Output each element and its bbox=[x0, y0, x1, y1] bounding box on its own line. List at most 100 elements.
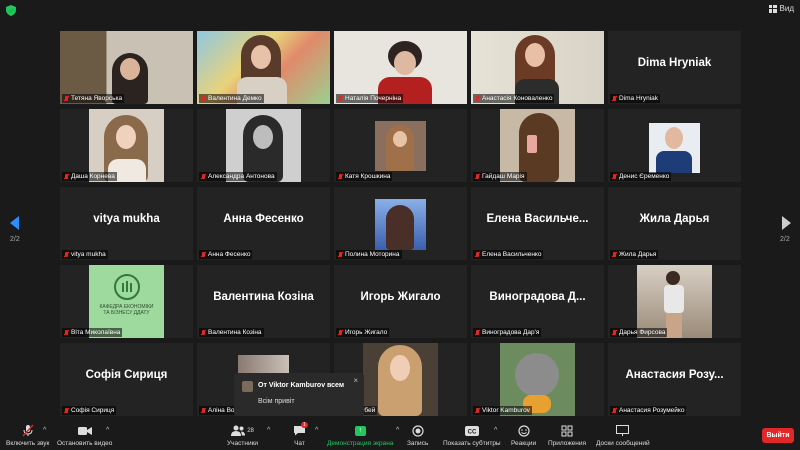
video-tile[interactable]: Елена Васильче... Елена Васильченко bbox=[471, 187, 604, 260]
participant-display-name: Елена Васильче... bbox=[486, 213, 589, 225]
muted-mic-icon bbox=[612, 329, 617, 336]
share-screen-icon: ↑ bbox=[354, 424, 366, 437]
participant-name: Полина Моторина bbox=[336, 250, 402, 259]
muted-mic-icon bbox=[475, 329, 480, 336]
whiteboards-button[interactable]: Доски сообщений bbox=[596, 424, 650, 447]
video-tile[interactable]: Виноградова Д... Виноградова Дар'я bbox=[471, 265, 604, 338]
share-screen-button[interactable]: ↑ Демонстрация экрана bbox=[327, 424, 393, 447]
apps-button[interactable]: Приложения bbox=[548, 424, 586, 447]
muted-mic-icon bbox=[201, 407, 206, 414]
video-tile[interactable]: Viktor Kamburov bbox=[471, 343, 604, 416]
video-options-caret[interactable]: ^ bbox=[106, 427, 109, 434]
participant-display-name: Игорь Жигало bbox=[360, 291, 441, 303]
chat-notification-popup[interactable]: От Viktor Kamburov всем Всім привіт × bbox=[234, 373, 364, 416]
video-tile[interactable]: Валентина Козіна Валентина Козіна bbox=[197, 265, 330, 338]
video-tile[interactable]: Даша Корнева bbox=[60, 109, 193, 182]
video-tile[interactable]: Денис Єременко bbox=[608, 109, 741, 182]
participants-count: 28 bbox=[247, 427, 254, 434]
participant-display-name: Анастасия Розу... bbox=[625, 369, 724, 381]
muted-mic-icon bbox=[201, 173, 206, 180]
muted-mic-icon bbox=[612, 407, 617, 414]
video-tile[interactable]: Полина Моторина bbox=[334, 187, 467, 260]
muted-mic-icon bbox=[475, 95, 480, 102]
video-tile[interactable]: Катя Крошкина bbox=[334, 109, 467, 182]
next-page-arrow[interactable] bbox=[782, 216, 791, 230]
muted-mic-icon bbox=[612, 173, 617, 180]
reactions-button[interactable]: Реакции bbox=[511, 424, 536, 447]
muted-mic-icon bbox=[338, 173, 343, 180]
video-tile[interactable]: Dima Hryniak Dima Hryniak bbox=[608, 31, 741, 104]
video-tile[interactable]: Дарья Фирсова bbox=[608, 265, 741, 338]
audio-options-caret[interactable]: ^ bbox=[43, 427, 46, 434]
record-button[interactable]: Запись bbox=[407, 424, 428, 447]
muted-mic-icon bbox=[338, 95, 343, 102]
muted-mic-icon bbox=[475, 407, 480, 414]
video-tile[interactable]: Анастасия Розу... Анастасия Розумейко bbox=[608, 343, 741, 416]
participants-button[interactable]: 28 Участники bbox=[227, 424, 258, 447]
video-tile[interactable]: Игорь Жигало Игорь Жигало bbox=[334, 265, 467, 338]
participant-name: Гайдаш Марія bbox=[473, 172, 527, 181]
video-tile[interactable]: Софія Сириця Софія Сириця bbox=[60, 343, 193, 416]
video-tile[interactable]: Анна Фесенко Анна Фесенко bbox=[197, 187, 330, 260]
muted-mic-icon bbox=[64, 407, 69, 414]
muted-mic-icon bbox=[64, 95, 69, 102]
meeting-toolbar: Включить звук ^ Остановить видео ^ 28 Уч… bbox=[0, 421, 800, 450]
page-indicator-left: 2/2 bbox=[10, 236, 20, 243]
participant-display-name: Жила Дарья bbox=[639, 213, 710, 225]
chat-icon: 1 bbox=[293, 422, 308, 437]
participant-name: Анна Фесенко bbox=[199, 250, 253, 259]
video-tile[interactable]: Наталія Почерніна bbox=[334, 31, 467, 104]
participants-icon: 28 bbox=[231, 424, 254, 437]
video-tile[interactable]: Жила Дарья Жила Дарья bbox=[608, 187, 741, 260]
participant-name: Анастасія Коноваленко bbox=[473, 94, 555, 103]
muted-microphone-icon bbox=[22, 424, 34, 437]
participant-name: Viktor Kamburov bbox=[473, 406, 532, 415]
chat-button[interactable]: 1 Чат bbox=[293, 422, 308, 447]
video-tile[interactable]: КАФЕДРА ЕКОНОМІКИ ТА БІЗНЕСУ ДДАТУ Віта … bbox=[60, 265, 193, 338]
video-tile[interactable]: Тетяна Яворська bbox=[60, 31, 193, 104]
video-tile[interactable]: Валентина Демко bbox=[197, 31, 330, 104]
logo-text: КАФЕДРА ЕКОНОМІКИ ТА БІЗНЕСУ ДДАТУ bbox=[99, 304, 154, 316]
shield-icon[interactable] bbox=[6, 5, 16, 16]
stop-video-button[interactable]: Остановить видео bbox=[57, 424, 112, 447]
participant-name: Валентина Козіна bbox=[199, 328, 264, 337]
participant-name: Игорь Жигало bbox=[336, 328, 390, 337]
muted-mic-icon bbox=[475, 173, 480, 180]
participant-display-name: Анна Фесенко bbox=[223, 213, 304, 225]
participant-display-name: vitya mukha bbox=[93, 213, 160, 225]
share-options-caret[interactable]: ^ bbox=[396, 427, 399, 434]
chat-options-caret[interactable]: ^ bbox=[315, 427, 318, 434]
participants-options-caret[interactable]: ^ bbox=[267, 427, 270, 434]
page-indicator-right: 2/2 bbox=[780, 236, 790, 243]
video-tile[interactable]: Гайдаш Марія bbox=[471, 109, 604, 182]
participant-name: Валентина Демко bbox=[199, 94, 264, 103]
chat-message: Всім привіт bbox=[258, 398, 295, 405]
participant-name: Софія Сириця bbox=[62, 406, 117, 415]
muted-mic-icon bbox=[475, 251, 480, 258]
participant-display-name: Виноградова Д... bbox=[489, 291, 586, 303]
video-tile-active-speaker[interactable]: Анастасія Коноваленко bbox=[471, 31, 604, 104]
show-captions-button[interactable]: CC Показать субтитры bbox=[443, 424, 501, 447]
participant-name: Елена Васильченко bbox=[473, 250, 544, 259]
participant-name: Dima Hryniak bbox=[610, 94, 661, 103]
captions-options-caret[interactable]: ^ bbox=[494, 427, 497, 434]
muted-mic-icon bbox=[64, 251, 69, 258]
apps-icon bbox=[561, 424, 573, 437]
previous-page-arrow[interactable] bbox=[10, 216, 19, 230]
muted-mic-icon bbox=[612, 95, 617, 102]
video-tile[interactable]: vitya mukha vitya mukha bbox=[60, 187, 193, 260]
muted-mic-icon bbox=[338, 251, 343, 258]
muted-mic-icon bbox=[201, 95, 206, 102]
captions-icon: CC bbox=[464, 424, 479, 437]
muted-mic-icon bbox=[612, 251, 617, 258]
record-icon bbox=[412, 424, 424, 437]
muted-mic-icon bbox=[64, 329, 69, 336]
participant-display-name: Dima Hryniak bbox=[637, 57, 712, 69]
participant-name: Віта Миколаївна bbox=[62, 328, 123, 337]
view-button[interactable]: Вид bbox=[768, 4, 794, 13]
top-bar: Вид bbox=[0, 0, 800, 22]
participant-name: Дарья Фирсова bbox=[610, 328, 668, 337]
video-tile[interactable]: Александра Антонова bbox=[197, 109, 330, 182]
close-icon[interactable]: × bbox=[353, 376, 358, 385]
leave-meeting-button[interactable]: Выйти bbox=[762, 428, 794, 443]
